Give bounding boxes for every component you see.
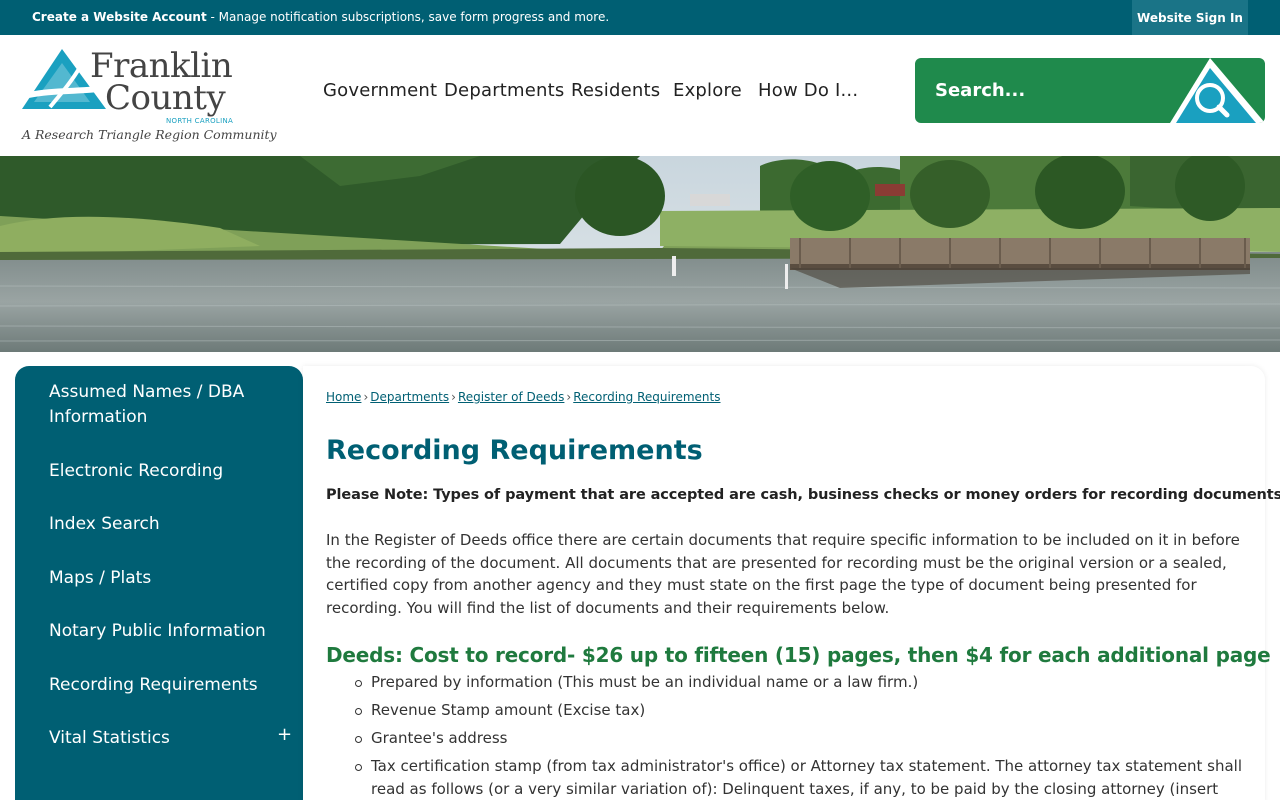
create-account-label[interactable]: Create a Website Account <box>32 10 207 24</box>
nav-departments[interactable]: Departments <box>444 80 565 101</box>
sidebar-item-vital-statistics[interactable]: Vital Statistics <box>49 726 269 751</box>
list-item: Revenue Stamp amount (Excise tax) <box>355 699 1251 722</box>
nav-explore[interactable]: Explore <box>673 80 742 101</box>
create-account-description: - Manage notification subscriptions, sav… <box>206 10 610 24</box>
list-item: Prepared by information (This must be an… <box>355 671 1251 694</box>
list-item: Tax certification stamp (from tax admini… <box>355 755 1251 800</box>
franklin-county-logo[interactable]: Franklin County NORTH CAROLINA A Researc… <box>20 47 277 147</box>
sidebar-item-electronic-recording[interactable]: Electronic Recording <box>49 459 269 484</box>
list-item: Grantee's address <box>355 727 1251 750</box>
sidebar-nav: Assumed Names / DBA Information Electron… <box>15 366 303 800</box>
logo-name-line2: County <box>105 78 226 118</box>
sidebar-item-index-search[interactable]: Index Search <box>49 512 269 537</box>
search-box <box>915 58 1265 123</box>
deeds-heading: Deeds: Cost to record- $26 up to fifteen… <box>326 643 1271 667</box>
nav-how-do-i[interactable]: How Do I... <box>758 80 858 101</box>
expand-icon[interactable]: + <box>277 724 292 745</box>
page-title: Recording Requirements <box>326 435 703 466</box>
intro-paragraph: In the Register of Deeds office there ar… <box>326 531 1240 618</box>
breadcrumb-home[interactable]: Home <box>326 390 361 404</box>
breadcrumb: Home › Departments › Register of Deeds › Recor… <box>326 390 721 404</box>
breadcrumb-separator: › <box>363 390 369 404</box>
payment-note: Please Note: Types of payment that are a… <box>326 487 1280 503</box>
breadcrumb-separator: › <box>566 390 572 404</box>
breadcrumb-separator: › <box>451 390 456 404</box>
sidebar-item-notary-public[interactable]: Notary Public Information <box>49 619 269 644</box>
breadcrumb-register-of-deeds[interactable]: Register of Deeds <box>458 390 564 404</box>
site-header: Franklin County NORTH CAROLINA A Researc… <box>0 35 1280 156</box>
search-button[interactable] <box>1170 58 1265 123</box>
search-icon <box>1170 58 1265 123</box>
search-input[interactable] <box>915 58 1170 123</box>
logo-state: NORTH CAROLINA <box>166 117 234 125</box>
breadcrumb-departments[interactable]: Departments <box>370 390 449 404</box>
breadcrumb-recording-requirements[interactable]: Recording Requirements <box>573 390 720 404</box>
sidebar-item-recording-requirements[interactable]: Recording Requirements <box>49 673 269 698</box>
logo-tagline: A Research Triangle Region Community <box>22 127 277 142</box>
nav-government[interactable]: Government <box>323 80 437 101</box>
hero-banner-image <box>0 156 1280 352</box>
nav-residents[interactable]: Residents <box>571 80 660 101</box>
deeds-requirements-list: Prepared by information (This must be an… <box>355 671 1251 800</box>
sidebar-item-assumed-names[interactable]: Assumed Names / DBA Information <box>49 380 269 430</box>
website-sign-in-button[interactable]: Website Sign In <box>1132 0 1248 35</box>
create-account-link[interactable]: Create a Website Account - Manage notifi… <box>32 10 609 24</box>
top-bar: Create a Website Account - Manage notifi… <box>0 0 1280 35</box>
sidebar-item-maps-plats[interactable]: Maps / Plats <box>49 566 269 591</box>
